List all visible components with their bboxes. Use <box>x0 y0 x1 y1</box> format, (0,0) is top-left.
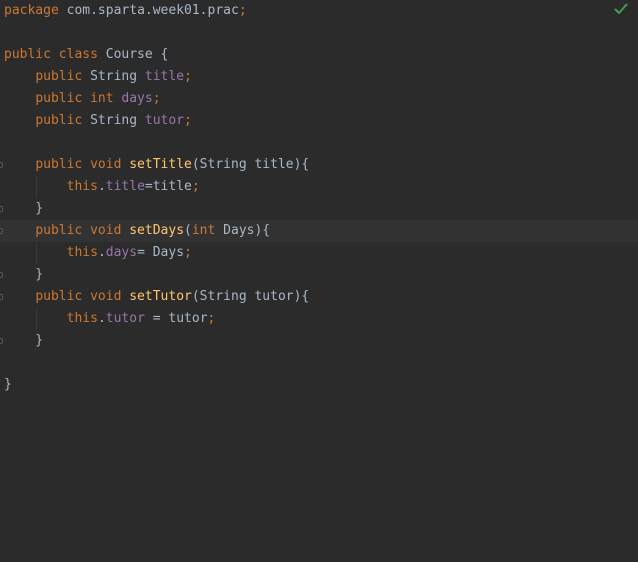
code-token: ; <box>184 113 192 128</box>
fold-marker-icon[interactable] <box>0 228 3 234</box>
code-line[interactable]: public void setDays(int Days){ <box>0 220 638 242</box>
code-line[interactable] <box>0 352 638 374</box>
code-line[interactable]: public String tutor; <box>0 110 638 132</box>
code-editor[interactable]: package com.sparta.week01.prac; public cl… <box>0 0 638 562</box>
code-token: ; <box>152 91 161 106</box>
code-line[interactable]: } <box>0 374 638 396</box>
code-token: setTitle <box>129 157 192 172</box>
code-token: . <box>97 245 106 260</box>
code-token: . <box>97 311 106 326</box>
code-line[interactable] <box>0 22 638 44</box>
code-token: . <box>97 179 106 194</box>
code-token: ; <box>207 311 216 326</box>
code-token: ; <box>184 69 192 84</box>
code-token: } <box>4 201 44 216</box>
code-token: this <box>66 245 98 260</box>
indent-guide <box>36 242 37 264</box>
code-token: Days){ <box>223 223 271 238</box>
code-token: ; <box>238 3 247 18</box>
indent-guide <box>36 176 37 198</box>
code-token: Course { <box>105 47 169 62</box>
checkmark-icon <box>614 3 628 14</box>
code-token: (String tutor){ <box>191 289 310 304</box>
fold-marker-icon[interactable] <box>0 162 3 168</box>
code-line[interactable]: this.title=title; <box>0 176 638 198</box>
code-line[interactable]: public int days; <box>0 88 638 110</box>
code-token: = tutor <box>144 311 208 326</box>
code-token: } <box>4 333 44 348</box>
code-token: ; <box>191 179 200 194</box>
code-token: =title <box>144 179 192 194</box>
indent-guide <box>36 308 37 330</box>
code-token: public void <box>35 157 130 172</box>
code-token: ( <box>184 223 192 238</box>
code-line[interactable] <box>0 132 638 154</box>
code-token: com.sparta.week01.prac <box>58 3 239 18</box>
code-line[interactable]: public void setTutor(String tutor){ <box>0 286 638 308</box>
code-token: public class <box>4 47 106 62</box>
code-token: tutor <box>105 311 145 326</box>
code-token: String <box>90 69 145 84</box>
fold-marker-icon[interactable] <box>0 338 3 344</box>
code-line[interactable]: } <box>0 198 638 220</box>
code-token: (String title){ <box>191 157 310 172</box>
code-token: public void <box>35 289 130 304</box>
code-line[interactable]: } <box>0 330 638 352</box>
code-line[interactable]: public void setTitle(String title){ <box>0 154 638 176</box>
code-token: public int <box>35 91 122 106</box>
code-line[interactable]: this.days= Days; <box>0 242 638 264</box>
code-token: this <box>66 311 98 326</box>
code-token: String <box>90 113 145 128</box>
code-token: } <box>4 267 44 282</box>
code-token: ; <box>184 245 192 260</box>
code-line[interactable]: public String title; <box>0 66 638 88</box>
code-token: title <box>144 69 185 84</box>
code-token: int <box>191 223 224 238</box>
fold-marker-icon[interactable] <box>0 206 3 212</box>
code-token: public <box>35 113 91 128</box>
code-token: days <box>105 245 138 260</box>
code-line[interactable]: this.tutor = tutor; <box>0 308 638 330</box>
code-token: setTutor <box>129 289 192 304</box>
code-lines[interactable]: package com.sparta.week01.prac; public cl… <box>0 0 638 396</box>
code-token: package <box>4 3 59 18</box>
code-token: public void <box>35 223 130 238</box>
code-token: days <box>121 91 153 106</box>
fold-marker-icon[interactable] <box>0 294 3 300</box>
code-token: tutor <box>144 113 185 128</box>
code-token: = Days <box>137 245 185 260</box>
code-token: } <box>4 377 12 392</box>
code-token: public <box>35 69 91 84</box>
code-token: this <box>66 179 98 194</box>
code-line[interactable]: public class Course { <box>0 44 638 66</box>
code-line[interactable]: package com.sparta.week01.prac; <box>0 0 638 22</box>
code-token: setDays <box>129 223 185 238</box>
code-token: title <box>105 179 145 194</box>
code-line[interactable]: } <box>0 264 638 286</box>
fold-marker-icon[interactable] <box>0 272 3 278</box>
